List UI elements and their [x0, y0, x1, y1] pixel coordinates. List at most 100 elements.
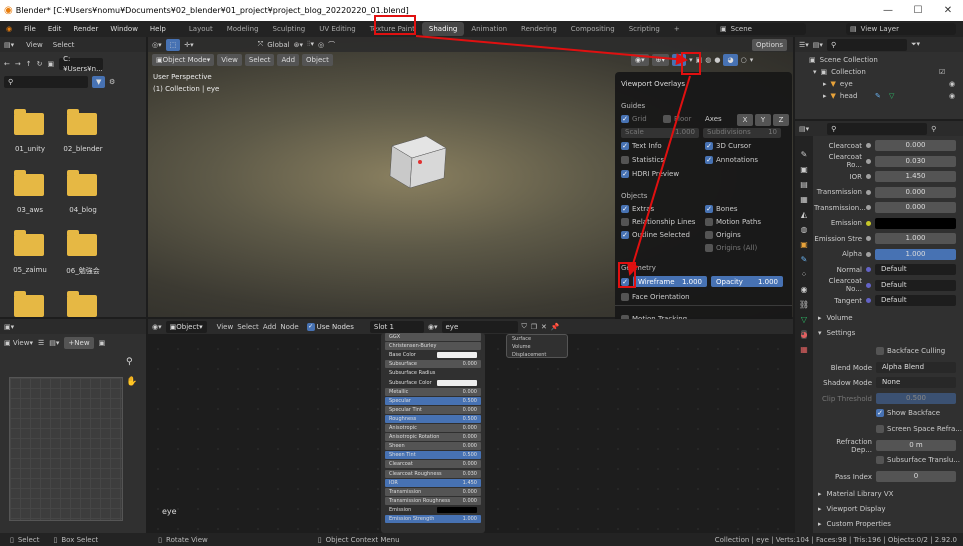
node-input-row[interactable]: Clearcoat Roughness 0.030 [385, 469, 481, 478]
select-tool-icon[interactable]: ⬚ [165, 38, 181, 51]
3d-cursor-checkbox[interactable]: ✓ 3D Cursor [705, 142, 751, 150]
folder-icon[interactable] [67, 109, 97, 135]
origins-checkbox[interactable]: Origins [705, 231, 741, 239]
folder-icon[interactable] [67, 230, 97, 256]
property-value-field[interactable]: Default [875, 264, 956, 275]
folder-icon[interactable] [14, 170, 44, 196]
view-layer-selector[interactable]: ▤ View Layer [846, 23, 956, 35]
property-value-field[interactable]: 0.000 [875, 186, 956, 198]
folder-icon[interactable] [14, 230, 44, 256]
property-value-field[interactable]: 0.030 [875, 155, 956, 167]
motion-paths-checkbox[interactable]: Motion Paths [705, 218, 761, 226]
relationship-lines-checkbox[interactable]: Relationship Lines [621, 218, 695, 226]
axis-z-toggle[interactable]: Z [773, 114, 789, 126]
node-input-row[interactable]: Subsurface 0.000 [385, 360, 481, 369]
collection-row[interactable]: ▾ ▣ Collection ☑ [813, 68, 959, 76]
extras-checkbox[interactable]: ✓ Extras [621, 205, 654, 213]
text-info-checkbox[interactable]: ✓ Text Info [621, 142, 662, 150]
property-value-field[interactable]: 0.000 [875, 202, 956, 213]
properties-search-input[interactable]: ⚲ [827, 122, 928, 135]
solid-shading-icon[interactable]: ● [714, 56, 720, 64]
pin-icon[interactable]: ⚲ [931, 125, 936, 133]
shadow-mode-dropdown[interactable]: None [876, 377, 956, 388]
scene-collection-row[interactable]: ▣ Scene Collection [809, 56, 878, 64]
node-input-row[interactable]: IOR 1.450 [385, 478, 481, 487]
viewport-display-panel-header[interactable]: ▸ Viewport Display [818, 505, 886, 513]
material-library-panel-header[interactable]: ▸ Material Library VX [818, 490, 893, 498]
outliner-search-input[interactable]: ⚲ [826, 38, 907, 51]
annotations-checkbox[interactable]: ✓ Annotations [705, 156, 758, 164]
tool-tab-icon[interactable]: ✎ [801, 150, 808, 159]
scene-tab-icon[interactable]: ◭ [801, 210, 807, 219]
image-canvas[interactable] [9, 377, 123, 521]
material-browse-icon[interactable]: ◉▾ [428, 323, 438, 331]
hdri-preview-checkbox[interactable]: ✓ HDRI Preview [621, 170, 679, 178]
viewport-object-menu[interactable]: Object [302, 54, 333, 66]
fb-select-menu[interactable]: Select [53, 41, 75, 49]
outline-selected-checkbox[interactable]: ✓ Outline Selected [621, 231, 690, 239]
origins-all-checkbox[interactable]: Origins (All) [705, 244, 757, 252]
tab-sculpting[interactable]: Sculpting [266, 22, 313, 36]
menu-edit[interactable]: Edit [42, 25, 68, 33]
property-value-field[interactable] [875, 217, 956, 229]
physics-tab-icon[interactable]: ◉ [801, 285, 808, 294]
menu-help[interactable]: Help [144, 25, 172, 33]
refresh-icon[interactable]: ↻ [37, 60, 43, 68]
folder-icon[interactable] [14, 109, 44, 135]
fb-search-input[interactable]: ⚲ [4, 75, 88, 88]
node-input-row[interactable]: Metallic 0.000 [385, 387, 481, 396]
transform-icon[interactable]: ✛▾ [184, 41, 193, 49]
hand-pan-icon[interactable]: ✋ [126, 377, 137, 387]
editor-type-icon[interactable]: ◉▾ [152, 323, 162, 331]
node-input-row[interactable]: Sheen Tint 0.500 [385, 451, 481, 460]
gear-icon[interactable]: ⚙ [109, 78, 115, 86]
opacity-slider[interactable]: Opacity 1.000 [711, 276, 783, 287]
color-swatch[interactable] [437, 379, 477, 386]
node-input-row[interactable]: Anisotropic Rotation 0.000 [385, 433, 481, 442]
wireframe-shading-icon[interactable]: ◍ [705, 56, 711, 64]
ne-view-menu[interactable]: View [217, 323, 234, 331]
shader-type-dropdown[interactable]: ▣ Object ▾ [165, 320, 207, 333]
gizmo-icon[interactable]: ⊕▾ [651, 54, 670, 66]
shading-dropdown-icon[interactable]: ▾ [750, 56, 754, 64]
viewport-select-menu[interactable]: Select [244, 54, 275, 66]
clip-threshold-field[interactable]: 0.500 [876, 393, 956, 404]
fb-path-field[interactable]: C:¥Users¥n... [59, 55, 104, 73]
wireframe-slider[interactable]: Wireframe 1.000 [633, 276, 707, 287]
forward-arrow-icon[interactable]: → [15, 60, 21, 68]
image-view-menu[interactable]: ▣ View▾ [4, 339, 33, 347]
render-tab-icon[interactable]: ▣ [800, 165, 808, 174]
tab-shading[interactable]: Shading [421, 22, 465, 36]
fb-view-menu[interactable]: View [26, 41, 43, 49]
custom-properties-panel-header[interactable]: ▸ Custom Properties [818, 520, 891, 528]
grid-scale-field[interactable]: Scale 1.000 [621, 128, 699, 138]
node-input-row[interactable]: Emission [385, 506, 481, 514]
settings-panel-header[interactable]: ▾ Settings [818, 329, 855, 337]
include-checkbox[interactable]: ☑ [939, 68, 945, 76]
blend-mode-dropdown[interactable]: Alpha Blend [876, 362, 956, 373]
tab-layout[interactable]: Layout [182, 22, 220, 36]
node-input-row[interactable]: Transmission 0.000 [385, 487, 481, 496]
editor-type-icon[interactable]: ◎▾ [152, 41, 162, 49]
tab-compositing[interactable]: Compositing [564, 22, 622, 36]
property-value-field[interactable]: 0.000 [875, 140, 956, 151]
orientation-dropdown[interactable]: Global [267, 41, 289, 49]
material-output-node[interactable]: Surface Volume Displacement [506, 334, 568, 358]
add-workspace-icon[interactable]: + [667, 22, 687, 36]
object-tab-icon[interactable]: ▣ [800, 240, 808, 249]
texture-tab-icon[interactable]: ▦ [800, 345, 808, 354]
axis-y-toggle[interactable]: Y [755, 114, 771, 126]
node-input-row[interactable]: Transmission Roughness 0.000 [385, 496, 481, 505]
tab-scripting[interactable]: Scripting [622, 22, 667, 36]
rendered-shading-icon[interactable]: ○ [741, 56, 747, 64]
data-tab-icon[interactable]: ▽ [801, 315, 807, 324]
editor-type-icon[interactable]: ▤▾ [799, 125, 809, 133]
folder-icon[interactable] [67, 291, 97, 317]
tab-uv-editing[interactable]: UV Editing [312, 22, 363, 36]
face-orientation-checkbox[interactable]: Face Orientation [621, 293, 690, 301]
folder-open-icon[interactable]: ▣ [99, 339, 106, 347]
outliner-item-head[interactable]: ▸ ▼ head ✎ ▽ ◉ [823, 92, 957, 100]
unlink-material-icon[interactable]: ✕ [541, 323, 547, 331]
view-layer-tab-icon[interactable]: ▦ [800, 195, 808, 204]
menu-file[interactable]: File [18, 25, 42, 33]
